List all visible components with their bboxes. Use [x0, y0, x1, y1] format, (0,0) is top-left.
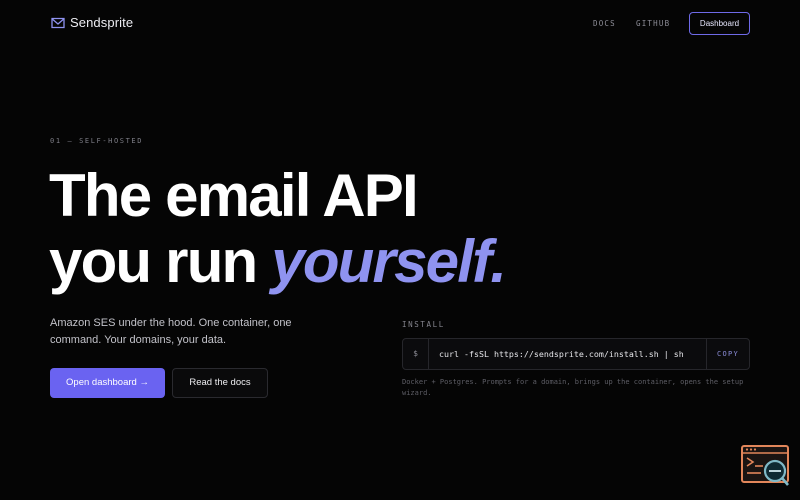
brand-name: Sendsprite	[70, 15, 134, 30]
code-window-search-icon	[741, 445, 789, 486]
hero-description: Amazon SES under the hood. One container…	[50, 317, 292, 346]
section-eyebrow: 01 — SELF-HOSTED	[50, 137, 144, 145]
floating-helper-widget[interactable]	[741, 444, 791, 488]
headline-plain: you run	[49, 228, 272, 295]
headline-line-2: you run yourself.	[49, 228, 507, 295]
dashboard-button[interactable]: Dashboard	[689, 12, 750, 35]
open-dashboard-button[interactable]: Open dashboard →	[50, 368, 165, 398]
install-command-box: $ curl -fsSL https://sendsprite.com/inst…	[402, 338, 750, 370]
headline-line-1: The email API	[49, 162, 419, 229]
install-command[interactable]: curl -fsSL https://sendsprite.com/instal…	[439, 339, 684, 369]
install-note: Docker + Postgres. Prompts for a domain,…	[402, 378, 744, 397]
shell-prompt: $	[403, 339, 429, 369]
headline-accent: yourself.	[271, 228, 507, 295]
copy-button[interactable]: COPY	[706, 339, 749, 369]
envelope-icon	[51, 17, 65, 28]
nav-github-link[interactable]: GITHUB	[636, 19, 670, 28]
nav-docs-link[interactable]: DOCS	[593, 19, 616, 28]
read-docs-button[interactable]: Read the docs	[172, 368, 268, 398]
top-navigation: Sendsprite DOCS GITHUB Dashboard	[0, 0, 800, 48]
install-label: INSTALL	[402, 320, 445, 329]
hero-headline: The email API you run yourself.	[49, 162, 507, 295]
brand-logo-link[interactable]: Sendsprite	[51, 15, 133, 30]
landing-page: Sendsprite DOCS GITHUB Dashboard 01 — SE…	[0, 0, 800, 500]
